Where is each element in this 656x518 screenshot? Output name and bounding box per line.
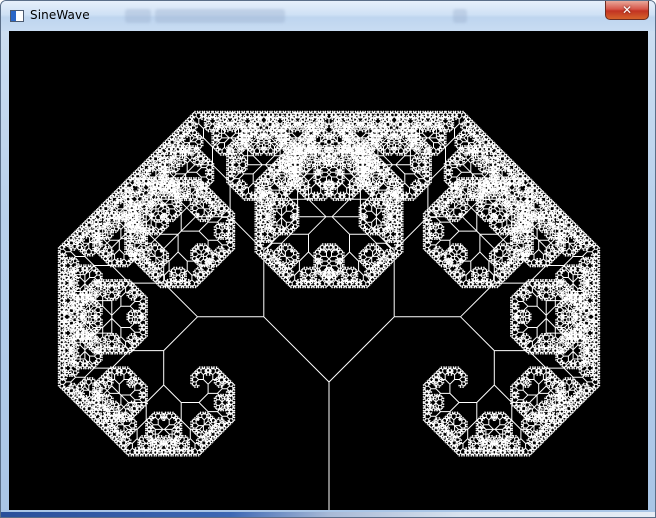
- close-button[interactable]: ✕: [605, 1, 649, 20]
- drawing-canvas: [9, 31, 648, 510]
- ghost-title-blur: [453, 9, 467, 23]
- ghost-title-blur: [155, 9, 285, 23]
- ghost-title-blur: [125, 9, 151, 23]
- app-window-icon[interactable]: [10, 10, 24, 22]
- taskbar-strip: [1, 512, 655, 517]
- app-window: SineWave ✕: [0, 0, 656, 518]
- fractal-tree-drawing: [57, 110, 601, 510]
- window-title: SineWave: [30, 8, 90, 22]
- fractal-branches: [57, 110, 601, 510]
- close-icon: ✕: [621, 3, 633, 17]
- title-bar[interactable]: SineWave ✕: [1, 1, 655, 31]
